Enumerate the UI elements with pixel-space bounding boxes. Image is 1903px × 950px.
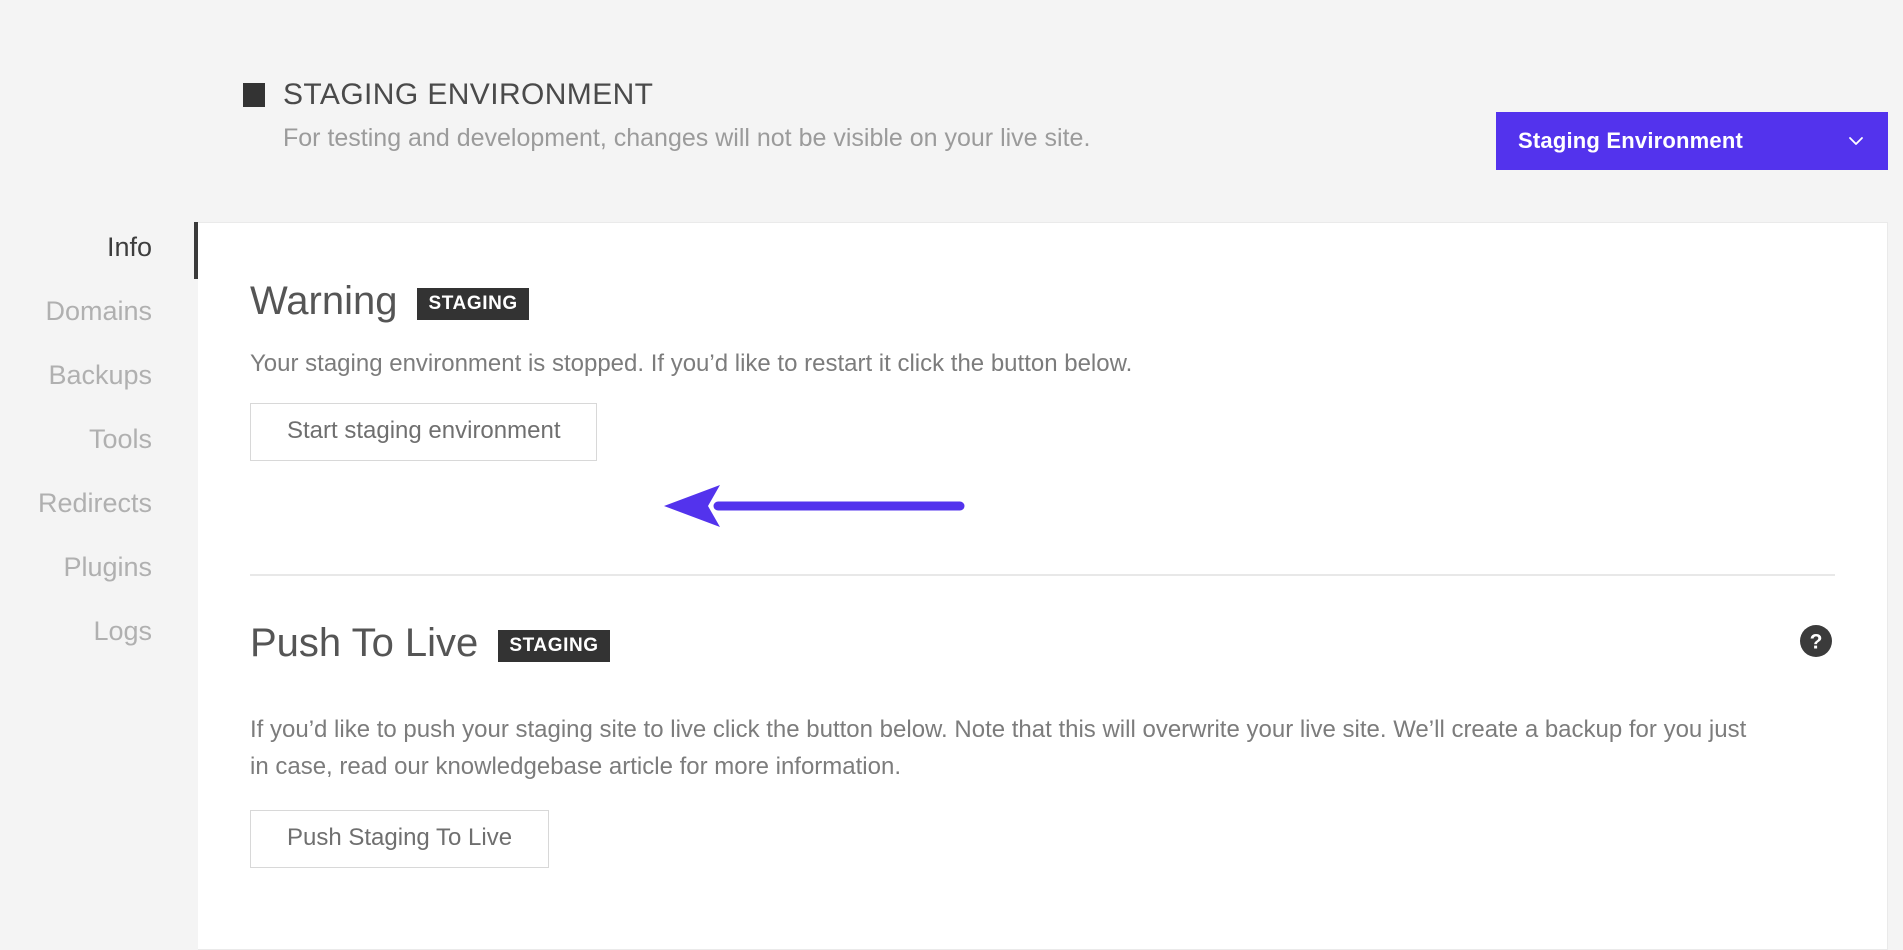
page-subtitle: For testing and development, changes wil… xyxy=(283,124,1091,152)
sidebar-item-plugins[interactable]: Plugins xyxy=(0,552,152,583)
push-staging-to-live-button[interactable]: Push Staging To Live xyxy=(250,810,550,869)
page-header: STAGING ENVIRONMENT For testing and deve… xyxy=(243,78,1443,153)
status-badge: STAGING xyxy=(498,630,610,662)
sidebar-item-logs[interactable]: Logs xyxy=(0,616,152,647)
question-mark-circle-icon[interactable]: ? xyxy=(1799,624,1833,658)
content-panel: Warning STAGING Your staging environment… xyxy=(198,222,1888,950)
section-divider xyxy=(250,574,1835,576)
header-title-row: STAGING ENVIRONMENT xyxy=(243,78,1443,111)
content-panel-inner: Warning STAGING Your staging environment… xyxy=(198,223,1887,949)
push-to-live-section-title: Push To Live xyxy=(250,621,479,665)
filled-square-icon xyxy=(243,82,265,107)
start-button-wrapper: Start staging environment xyxy=(250,403,598,462)
sidebar-item-redirects[interactable]: Redirects xyxy=(0,488,152,519)
status-badge: STAGING xyxy=(417,288,529,320)
push-button-wrapper: Push Staging To Live xyxy=(250,810,550,869)
sidebar-item-info[interactable]: Info xyxy=(0,232,152,263)
push-to-live-section-heading: Push To Live STAGING xyxy=(250,623,610,663)
start-staging-environment-button[interactable]: Start staging environment xyxy=(250,403,598,462)
sidebar-item-tools[interactable]: Tools xyxy=(0,424,152,455)
page-title: STAGING ENVIRONMENT xyxy=(283,78,654,111)
environment-dropdown[interactable]: Staging Environment xyxy=(1496,112,1888,170)
svg-text:?: ? xyxy=(1810,631,1823,654)
sidebar-nav: Info Domains Backups Tools Redirects Plu… xyxy=(0,232,152,680)
sidebar-item-domains[interactable]: Domains xyxy=(0,296,152,327)
warning-section-title: Warning xyxy=(250,279,398,323)
environment-dropdown-label: Staging Environment xyxy=(1518,128,1744,153)
warning-section-heading: Warning STAGING xyxy=(250,281,529,321)
warning-section-text: Your staging environment is stopped. If … xyxy=(250,350,1133,377)
chevron-down-icon xyxy=(1846,131,1866,151)
sidebar-item-backups[interactable]: Backups xyxy=(0,360,152,391)
push-to-live-section-text: If you’d like to push your staging site … xyxy=(250,716,1747,781)
